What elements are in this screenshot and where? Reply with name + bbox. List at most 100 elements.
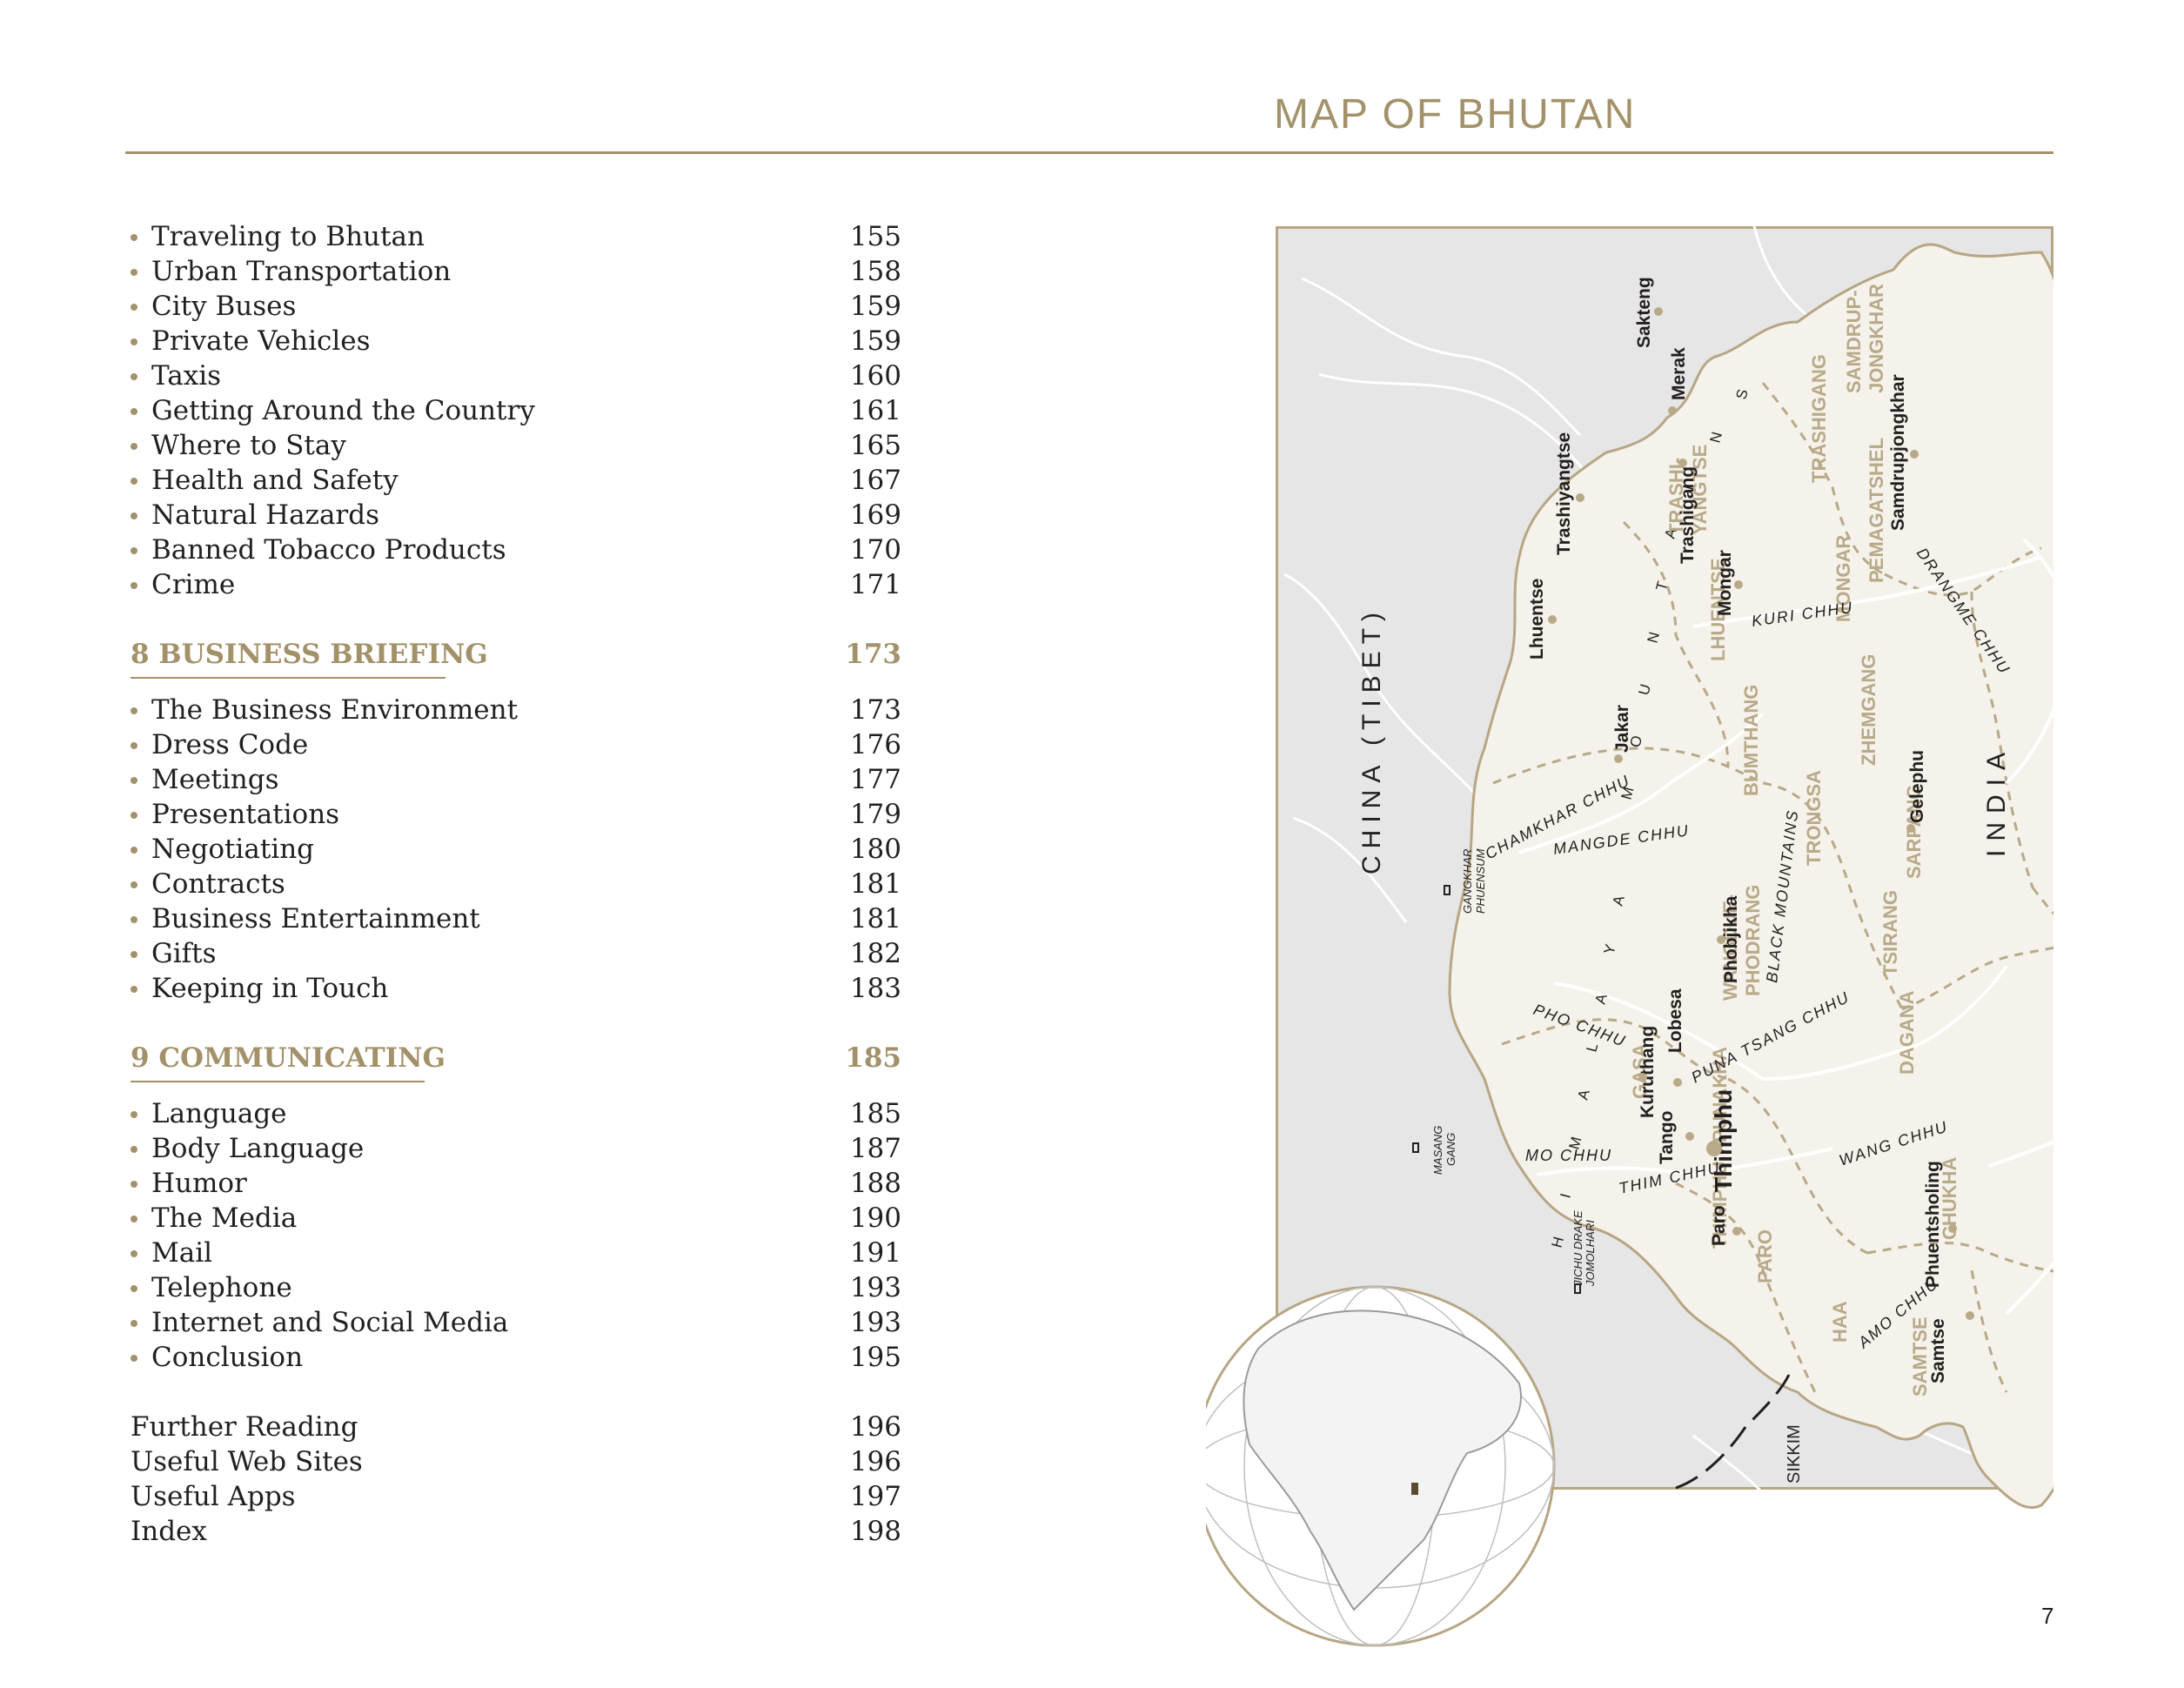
bhutan-locator [1411, 1483, 1418, 1495]
toc-entry[interactable]: Mail 191 [131, 1236, 914, 1270]
town-marker [1966, 1311, 1974, 1320]
town-label: Trashigang [1678, 466, 1698, 564]
toc-entry[interactable]: Meetings 177 [131, 762, 914, 797]
peak-label: JICHU DRAKE [1571, 1210, 1584, 1287]
town-label: Samtse [1928, 1318, 1948, 1383]
town-marker [1673, 1078, 1682, 1087]
town-label: Jakar [1612, 705, 1632, 753]
town-marker [1948, 1224, 1957, 1233]
bullet-icon [131, 951, 137, 958]
toc-entry[interactable]: Contracts 181 [131, 867, 914, 901]
town-marker [1732, 1227, 1741, 1236]
section-underline [131, 677, 446, 679]
toc-entry[interactable]: Useful Apps 197 [131, 1479, 914, 1514]
toc-group-2: The Business Environment 173 Dress Code 17… [131, 693, 914, 1006]
bullet-icon [131, 304, 137, 311]
toc-entry[interactable]: The Business Environment 173 [131, 693, 914, 727]
district-label: DAGANA [1896, 990, 1918, 1075]
bhutan-map: H I M A L A Y A M O U N T A I N S CHINA … [1206, 226, 2053, 1647]
toc-entry[interactable]: Telephone 193 [131, 1270, 914, 1305]
toc-entry[interactable]: Conclusion 195 [131, 1340, 914, 1375]
toc-entry[interactable]: Language 185 [131, 1096, 914, 1131]
town-label: Merak [1669, 347, 1689, 400]
bullet-icon [131, 373, 137, 380]
peak-marker [1444, 885, 1450, 895]
district-label: ZHEMGANG [1858, 654, 1879, 766]
toc-group-3: Language 185 Body Language 187 Humor 188 Th… [131, 1096, 914, 1375]
bullet-icon [131, 1111, 137, 1118]
sikkim-label: SIKKIM [1785, 1424, 1804, 1484]
toc-entry[interactable]: Negotiating 180 [131, 832, 914, 867]
india-label: INDIA [1982, 744, 2011, 857]
bullet-icon [131, 707, 137, 714]
town-label: Gelephu [1907, 750, 1927, 823]
bullet-icon [131, 1355, 137, 1362]
toc-entry[interactable]: Where to Stay 165 [131, 428, 914, 463]
town-marker [1668, 406, 1677, 415]
town-label: Tango [1657, 1111, 1677, 1164]
bullet-icon [131, 1320, 137, 1327]
town-marker [1614, 754, 1623, 763]
toc-entry[interactable]: Presentations 179 [131, 797, 914, 832]
toc-entry[interactable]: Business Entertainment 181 [131, 901, 914, 936]
district-label: SAMDRUP- [1843, 290, 1865, 393]
toc-entry[interactable]: Humor 188 [131, 1166, 914, 1201]
town-marker [1576, 493, 1584, 502]
inset-globe [1206, 1285, 1556, 1647]
toc-entry[interactable]: Index 198 [131, 1514, 914, 1549]
peak-label: GANGKHAR [1461, 849, 1474, 914]
peak-label: MASANG [1431, 1126, 1444, 1175]
town-marker [1706, 1141, 1722, 1156]
town-marker [1678, 459, 1687, 467]
toc-entry[interactable]: The Media 190 [131, 1201, 914, 1236]
toc-entry[interactable]: Banned Tobacco Products 170 [131, 533, 914, 567]
table-of-contents: Traveling to Bhutan 155 Urban Transportat… [131, 219, 914, 1549]
town-marker [1906, 824, 1915, 833]
toc-entry[interactable]: Urban Transportation 158 [131, 254, 914, 289]
town-label: Lobesa [1665, 988, 1685, 1053]
town-label: Trashiyangtse [1554, 432, 1574, 555]
town-marker [1548, 615, 1557, 624]
toc-entry[interactable]: Internet and Social Media 193 [131, 1305, 914, 1340]
toc-entry[interactable]: Gifts 182 [131, 936, 914, 971]
bhutan-outline [1448, 243, 2053, 1510]
town-marker [1654, 307, 1663, 316]
section-heading-8[interactable]: 8 BUSINESS BRIEFING 173 [131, 637, 914, 682]
toc-entry[interactable]: Natural Hazards 169 [131, 498, 914, 533]
bullet-icon [131, 1285, 137, 1292]
toc-entry[interactable]: Getting Around the Country 161 [131, 393, 914, 428]
sikkim-border [1675, 1374, 1791, 1490]
peak-marker [1412, 1142, 1419, 1153]
district-label: TRASHIGANG [1808, 354, 1830, 483]
section-heading-9[interactable]: 9 COMMUNICATING 185 [131, 1041, 914, 1086]
toc-entry[interactable]: Traveling to Bhutan 155 [131, 219, 914, 254]
page-title: MAP OF BHUTAN [1274, 91, 1637, 137]
toc-entry[interactable]: Useful Web Sites 196 [131, 1444, 914, 1479]
town-label: Kuruthang [1638, 1026, 1658, 1118]
china-label: CHINA (TIBET) [1357, 606, 1386, 874]
toc-entry[interactable]: Taxis 160 [131, 358, 914, 393]
range-letter: H [1549, 1233, 1568, 1249]
toc-entry[interactable]: Health and Safety 167 [131, 463, 914, 498]
toc-entry[interactable]: City Buses 159 [131, 289, 914, 324]
town-label: Sakteng [1634, 277, 1654, 348]
district-label: JONGKHAR [1866, 284, 1887, 393]
toc-entry[interactable]: Keeping in Touch 183 [131, 971, 914, 1006]
town-label: Phuentsholing [1923, 1161, 1943, 1288]
title-rule [125, 151, 2053, 154]
town-marker [1638, 1073, 1647, 1082]
district-label: TSIRANG [1879, 890, 1901, 976]
toc-entry[interactable]: Crime 171 [131, 567, 914, 602]
bullet-icon [131, 881, 137, 888]
toc-entry[interactable]: Private Vehicles 159 [131, 324, 914, 358]
toc-entry[interactable]: Dress Code 176 [131, 727, 914, 762]
bullet-icon [131, 408, 137, 415]
toc-entry[interactable]: Further Reading 196 [131, 1410, 914, 1444]
toc-entry[interactable]: Body Language 187 [131, 1131, 914, 1166]
bullet-icon [131, 916, 137, 923]
bullet-icon [131, 847, 137, 854]
